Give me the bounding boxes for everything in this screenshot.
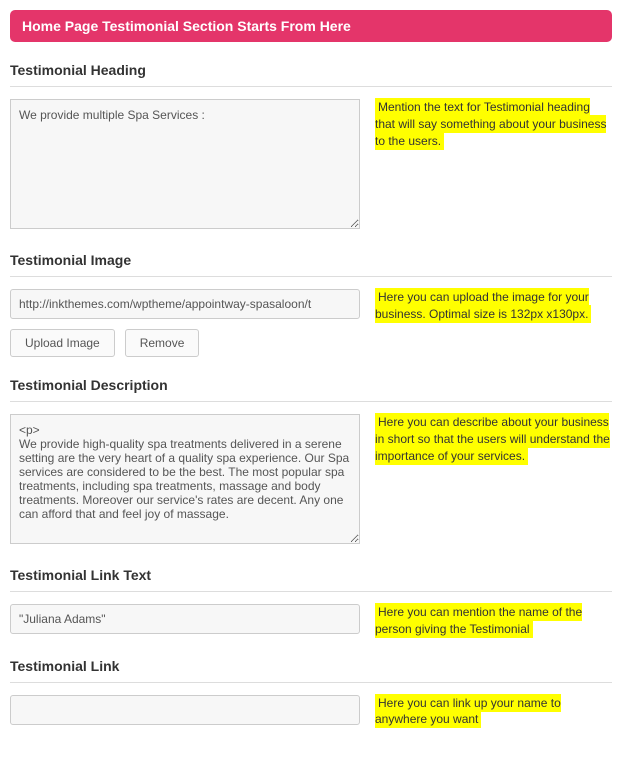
field-label-description: Testimonial Description bbox=[10, 377, 612, 402]
field-testimonial-link-text: Testimonial Link Text Here you can menti… bbox=[10, 567, 612, 638]
field-label-link-text: Testimonial Link Text bbox=[10, 567, 612, 592]
testimonial-heading-input[interactable]: We provide multiple Spa Services : bbox=[10, 99, 360, 229]
field-testimonial-link: Testimonial Link Here you can link up yo… bbox=[10, 658, 612, 729]
field-label-link: Testimonial Link bbox=[10, 658, 612, 683]
testimonial-link-input[interactable] bbox=[10, 695, 360, 725]
help-text-description: Here you can describe about your busines… bbox=[375, 413, 610, 465]
help-text-link-text: Here you can mention the name of the per… bbox=[375, 603, 582, 638]
section-header: Home Page Testimonial Section Starts Fro… bbox=[10, 10, 612, 42]
remove-button[interactable]: Remove bbox=[125, 329, 200, 357]
field-testimonial-image: Testimonial Image Upload Image Remove He… bbox=[10, 252, 612, 357]
help-text-link: Here you can link up your name to anywhe… bbox=[375, 694, 561, 729]
field-testimonial-heading: Testimonial Heading We provide multiple … bbox=[10, 62, 612, 232]
testimonial-image-input[interactable] bbox=[10, 289, 360, 319]
field-label-image: Testimonial Image bbox=[10, 252, 612, 277]
help-text-heading: Mention the text for Testimonial heading… bbox=[375, 98, 606, 150]
testimonial-description-input[interactable]: <p> We provide high-quality spa treatmen… bbox=[10, 414, 360, 544]
help-text-image: Here you can upload the image for your b… bbox=[375, 288, 591, 323]
upload-image-button[interactable]: Upload Image bbox=[10, 329, 115, 357]
field-testimonial-description: Testimonial Description <p> We provide h… bbox=[10, 377, 612, 547]
testimonial-link-text-input[interactable] bbox=[10, 604, 360, 634]
field-label-heading: Testimonial Heading bbox=[10, 62, 612, 87]
